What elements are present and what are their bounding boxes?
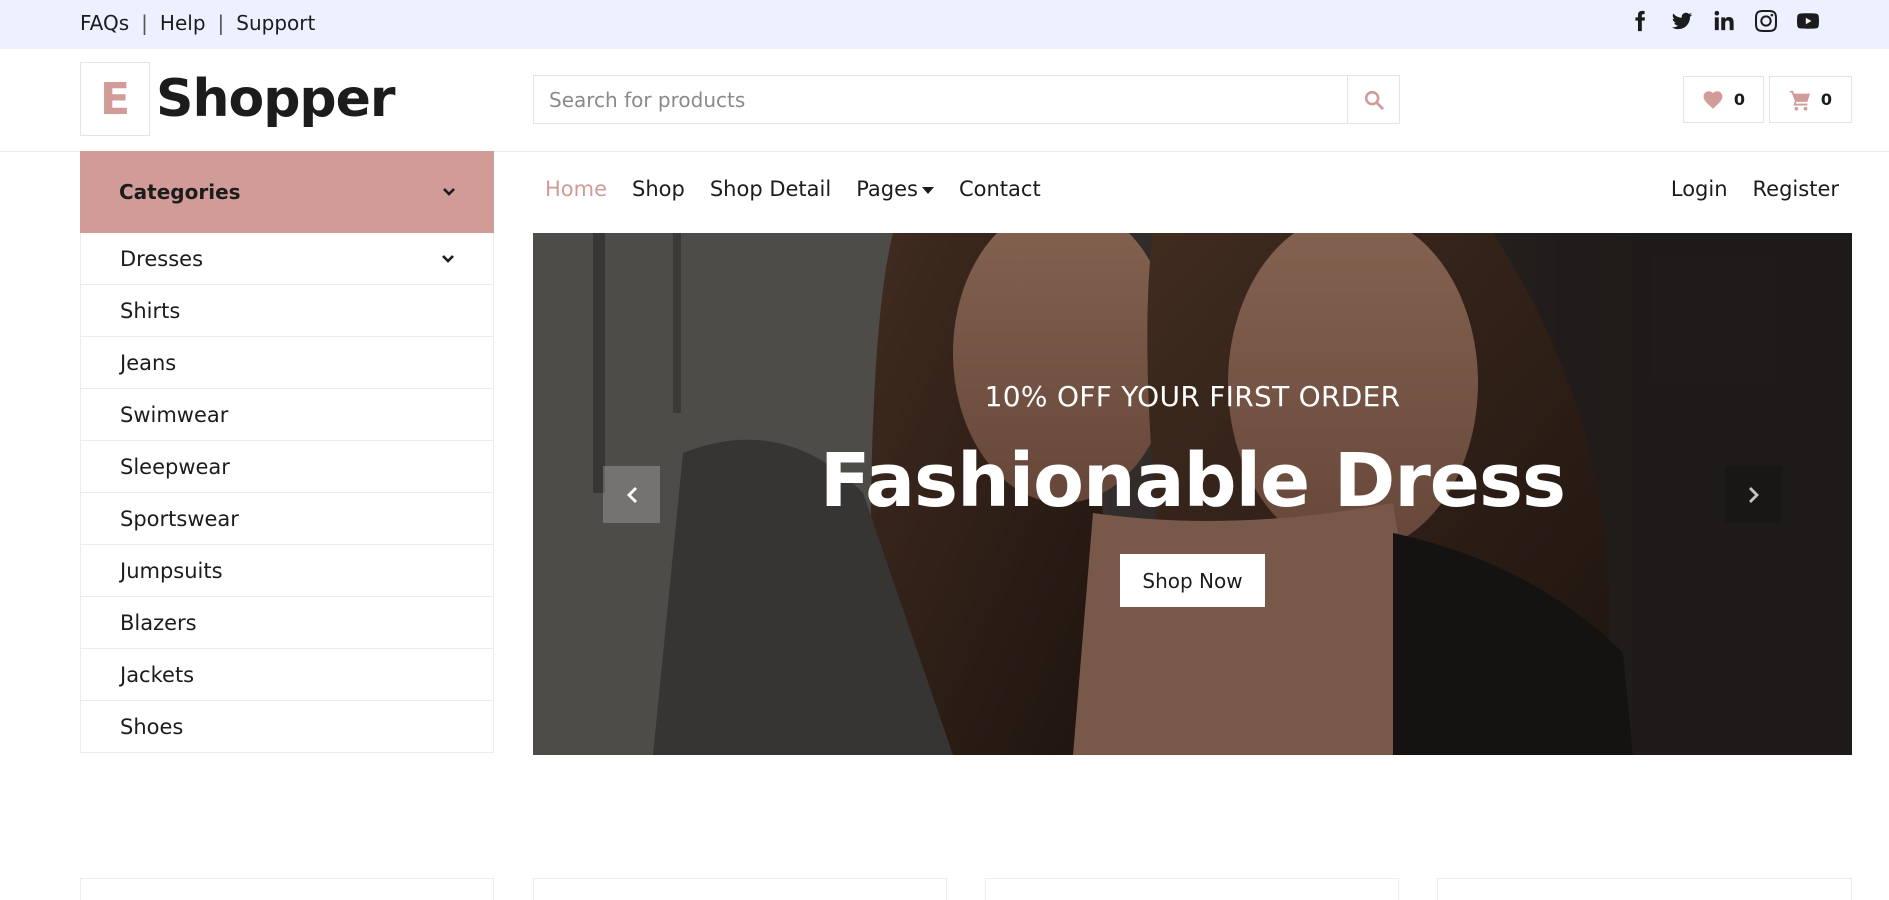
category-label: Jackets (120, 662, 195, 687)
categories-toggle[interactable]: Categories (80, 151, 494, 233)
nav-home[interactable]: Home (545, 177, 607, 201)
help-link[interactable]: Help (160, 11, 206, 35)
caret-down-icon (921, 186, 934, 194)
account-nav: Login Register (1671, 177, 1839, 201)
feature-box (80, 878, 494, 900)
search-input[interactable] (534, 76, 1347, 123)
chevron-left-icon (626, 486, 637, 503)
category-label: Shirts (120, 298, 181, 323)
category-label: Sleepwear (120, 454, 230, 479)
feature-box (533, 878, 947, 900)
search-bar (533, 75, 1400, 124)
top-bar: FAQs | Help | Support (0, 0, 1889, 49)
search-button[interactable] (1347, 76, 1399, 123)
support-link[interactable]: Support (236, 11, 315, 35)
search-icon (1364, 90, 1384, 110)
separator: | (141, 11, 148, 35)
category-label: Blazers (120, 610, 197, 635)
category-label: Shoes (120, 714, 184, 739)
category-label: Jumpsuits (120, 558, 223, 583)
category-item-blazers[interactable]: Blazers (81, 597, 493, 649)
carousel-prev-button[interactable] (603, 466, 660, 523)
shop-now-button[interactable]: Shop Now (1120, 554, 1265, 607)
category-item-jumpsuits[interactable]: Jumpsuits (81, 545, 493, 597)
chevron-right-icon (1748, 486, 1759, 503)
social-links (1629, 10, 1819, 32)
cart-icon (1789, 90, 1811, 111)
instagram-icon[interactable] (1755, 10, 1777, 32)
category-item-sleepwear[interactable]: Sleepwear (81, 441, 493, 493)
category-item-swimwear[interactable]: Swimwear (81, 389, 493, 441)
chevron-down-icon (443, 188, 455, 196)
twitter-icon[interactable] (1671, 10, 1693, 32)
logo-mark: E (80, 62, 150, 136)
main-nav: Home Shop Shop Detail Pages Contact (545, 177, 1041, 201)
topbar-links: FAQs | Help | Support (80, 11, 315, 35)
logo-text: Shopper (156, 69, 396, 129)
nav-shop[interactable]: Shop (632, 177, 685, 201)
cart-count: 0 (1820, 90, 1833, 109)
heart-icon (1703, 90, 1723, 109)
feature-box (985, 878, 1399, 900)
nav-pages[interactable]: Pages (856, 177, 934, 201)
categories-title: Categories (119, 180, 241, 204)
faqs-link[interactable]: FAQs (80, 11, 129, 35)
chevron-down-icon (442, 254, 454, 263)
hero-title: Fashionable Dress (819, 438, 1566, 524)
category-item-shirts[interactable]: Shirts (81, 285, 493, 337)
login-link[interactable]: Login (1671, 177, 1728, 201)
youtube-icon[interactable] (1797, 10, 1819, 32)
nav-contact[interactable]: Contact (959, 177, 1041, 201)
category-item-dresses[interactable]: Dresses (81, 233, 493, 285)
categories-list: Dresses Shirts Jeans Swimwear Sleepwear … (80, 233, 494, 753)
category-item-jeans[interactable]: Jeans (81, 337, 493, 389)
hero-subtitle: 10% OFF YOUR FIRST ORDER (984, 380, 1401, 413)
category-label: Sportswear (120, 506, 239, 531)
facebook-icon[interactable] (1629, 10, 1651, 32)
nav-shop-detail[interactable]: Shop Detail (710, 177, 831, 201)
hero-carousel: 10% OFF YOUR FIRST ORDER Fashionable Dre… (533, 233, 1852, 755)
category-label: Jeans (120, 350, 177, 375)
wishlist-count: 0 (1733, 90, 1746, 109)
site-header: E Shopper 0 0 (0, 49, 1889, 152)
logo[interactable]: E Shopper (80, 62, 396, 136)
separator: | (217, 11, 225, 35)
nav-pages-label: Pages (856, 177, 918, 201)
category-label: Dresses (120, 246, 204, 271)
wishlist-button[interactable]: 0 (1683, 76, 1764, 123)
linkedin-icon[interactable] (1713, 10, 1735, 32)
category-item-jackets[interactable]: Jackets (81, 649, 493, 701)
register-link[interactable]: Register (1753, 177, 1839, 201)
carousel-next-button[interactable] (1725, 466, 1782, 523)
category-item-sportswear[interactable]: Sportswear (81, 493, 493, 545)
category-item-shoes[interactable]: Shoes (81, 701, 493, 753)
category-label: Swimwear (120, 402, 229, 427)
cart-button[interactable]: 0 (1769, 76, 1852, 123)
feature-box (1437, 878, 1852, 900)
